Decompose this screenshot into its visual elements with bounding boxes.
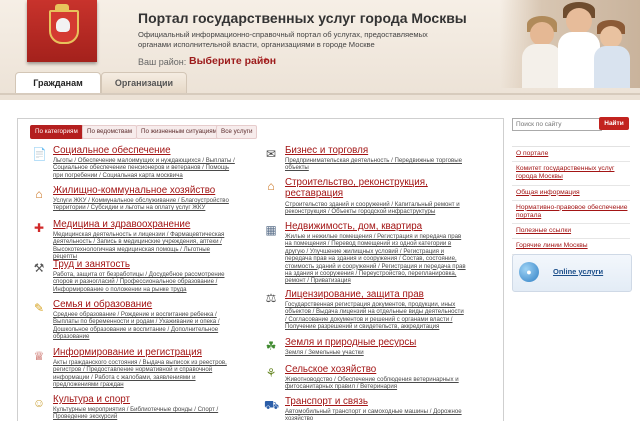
building-icon: ▦: [265, 223, 277, 237]
category-title[interactable]: Строительство, реконструкция, реставраци…: [285, 177, 435, 199]
subtab-all-services[interactable]: Все услуги: [216, 125, 258, 139]
rider-icon: [56, 18, 70, 32]
coat-of-arms-icon: ♕: [33, 349, 45, 363]
category-title[interactable]: Жилищно-коммунальное хозяйство: [53, 185, 215, 196]
region-label: Ваш район:: [138, 57, 187, 67]
briefcase-icon: ✉: [265, 147, 277, 161]
category-title[interactable]: Земля и природные ресурсы: [285, 337, 416, 348]
category-title[interactable]: Бизнес и торговля: [285, 145, 368, 156]
moscow-coat-of-arms-logo[interactable]: [27, 0, 97, 62]
category-title[interactable]: Транспорт и связь: [285, 396, 368, 407]
subtab-by-life-situation[interactable]: По жизненным ситуациям: [136, 125, 222, 139]
online-services-label[interactable]: Online услуги: [553, 267, 603, 276]
document-icon: 📄: [32, 147, 47, 161]
page-title: Портал государственных услуг города Моск…: [138, 10, 467, 26]
house-icon: ⌂: [35, 187, 43, 201]
sidebar-links: О портале Комитет государственных услуг …: [512, 146, 630, 255]
construction-icon: ⌂: [267, 179, 275, 193]
location-pin-icon[interactable]: ⌖: [263, 55, 269, 66]
family-photo: [500, 0, 640, 88]
category-links[interactable]: Государственная регистрация документов, …: [285, 301, 467, 331]
search-button[interactable]: Найти: [599, 117, 629, 130]
medical-icon: ✚: [33, 221, 45, 235]
category-title[interactable]: Труд и занятость: [53, 259, 130, 270]
category-title[interactable]: Семья и образование: [53, 299, 152, 310]
category-links[interactable]: Льготы / Обеспечение малоимущих и нуждаю…: [53, 157, 235, 179]
hammer-icon: ⚒: [33, 261, 45, 275]
category-links[interactable]: Медицинская деятельность и лицензии / Фа…: [53, 231, 235, 261]
sidebar-link-committee[interactable]: Комитет государственных услуг города Мос…: [512, 162, 630, 186]
category-title[interactable]: Социальное обеспечение: [53, 145, 171, 156]
header: Портал государственных услуг города Моск…: [0, 0, 640, 100]
sidebar-link-general-info[interactable]: Общая информация: [512, 186, 630, 201]
header-divider: [0, 93, 640, 95]
sidebar-link-useful-links[interactable]: Полезные ссылки: [512, 224, 630, 240]
sidebar-link-hotlines[interactable]: Горячие линии Москвы: [512, 239, 630, 255]
online-services-banner[interactable]: ● Online услуги: [512, 254, 632, 292]
category-links[interactable]: Среднее образование / Рождение и воспита…: [53, 311, 235, 341]
sidebar-link-legal[interactable]: Нормативно-правовое обеспечение портала: [512, 201, 630, 225]
category-title[interactable]: Недвижимость, дом, квартира: [285, 221, 422, 232]
category-links[interactable]: Услуги ЖКУ / Коммунальное обслуживание /…: [53, 197, 235, 212]
subtab-by-category[interactable]: По категориям: [30, 125, 83, 139]
tab-organizations[interactable]: Организации: [101, 72, 187, 93]
theater-icon: ☺: [32, 396, 46, 410]
category-links[interactable]: Животноводство / Обеспечение соблюдения …: [285, 376, 467, 391]
farm-icon: ⚘: [265, 366, 277, 380]
license-icon: ⚖: [265, 291, 277, 305]
category-links[interactable]: Работа, защита от безработицы / Досудебн…: [53, 271, 235, 293]
car-icon: ⛟: [264, 398, 280, 412]
category-links[interactable]: Строительство зданий и сооружений / Капи…: [285, 201, 467, 216]
page-subtitle: Официальный информационно-справочный пор…: [138, 30, 428, 49]
category-links[interactable]: Акты гражданского состояния / Выдача вып…: [53, 359, 235, 389]
tab-citizens[interactable]: Гражданам: [15, 72, 101, 93]
services-panel: По категориям По ведомствам По жизненным…: [17, 118, 504, 421]
search-input[interactable]: [512, 118, 602, 131]
category-links[interactable]: Культурные мероприятия / Библиотечные фо…: [53, 406, 235, 421]
shield-icon: [49, 10, 79, 44]
land-icon: ☘: [265, 339, 277, 353]
pencil-icon: ✎: [33, 301, 45, 315]
category-links[interactable]: Предпринимательская деятельность / Перед…: [285, 157, 467, 172]
category-title[interactable]: Культура и спорт: [53, 394, 130, 405]
category-title[interactable]: Сельское хозяйство: [285, 364, 376, 375]
category-title[interactable]: Лицензирование, защита прав: [285, 289, 424, 300]
subtab-by-department[interactable]: По ведомствам: [82, 125, 138, 139]
sidebar-link-about[interactable]: О портале: [512, 147, 630, 163]
category-title[interactable]: Медицина и здравоохранение: [53, 219, 190, 230]
globe-icon: ●: [519, 262, 539, 282]
category-links[interactable]: Земля / Земельные участки: [285, 349, 467, 356]
category-links[interactable]: Жилые и нежилые помещения / Регистрация …: [285, 233, 467, 285]
category-title[interactable]: Информирование и регистрация: [53, 347, 202, 358]
category-links[interactable]: Автомобильный транспорт и самоходные маш…: [285, 408, 467, 421]
